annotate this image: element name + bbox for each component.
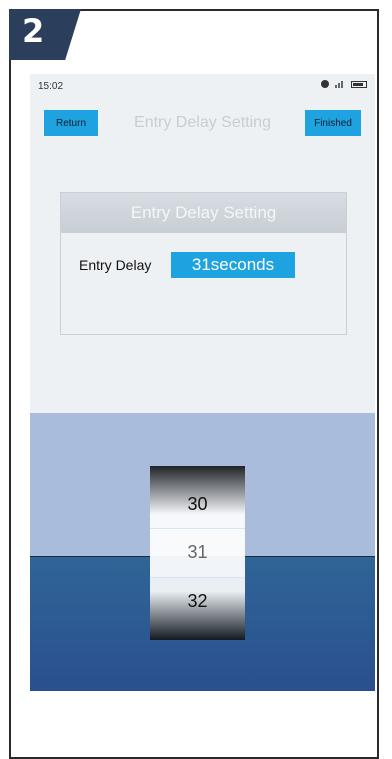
- battery-icon: [351, 80, 367, 88]
- picker-item-32[interactable]: 32: [150, 591, 245, 612]
- dialog-title: Entry Delay Setting: [61, 193, 346, 233]
- picker-item-30[interactable]: 30: [150, 494, 245, 515]
- picker-item-31[interactable]: 31: [150, 542, 245, 563]
- phone-screen: 15:02 Return Entry Delay Setting Finishe…: [30, 74, 375, 691]
- status-bar: 15:02: [30, 74, 375, 100]
- alarm-icon: [321, 80, 329, 88]
- step-number: 2: [22, 12, 45, 50]
- entry-delay-value[interactable]: 31seconds: [171, 252, 295, 278]
- entry-delay-dialog: Entry Delay Setting Entry Delay 31second…: [60, 192, 347, 335]
- status-icons: [321, 80, 367, 88]
- entry-delay-label: Entry Delay: [79, 257, 152, 273]
- signal-icon: [335, 80, 345, 88]
- finished-button[interactable]: Finished: [305, 110, 361, 136]
- status-time: 15:02: [38, 81, 64, 92]
